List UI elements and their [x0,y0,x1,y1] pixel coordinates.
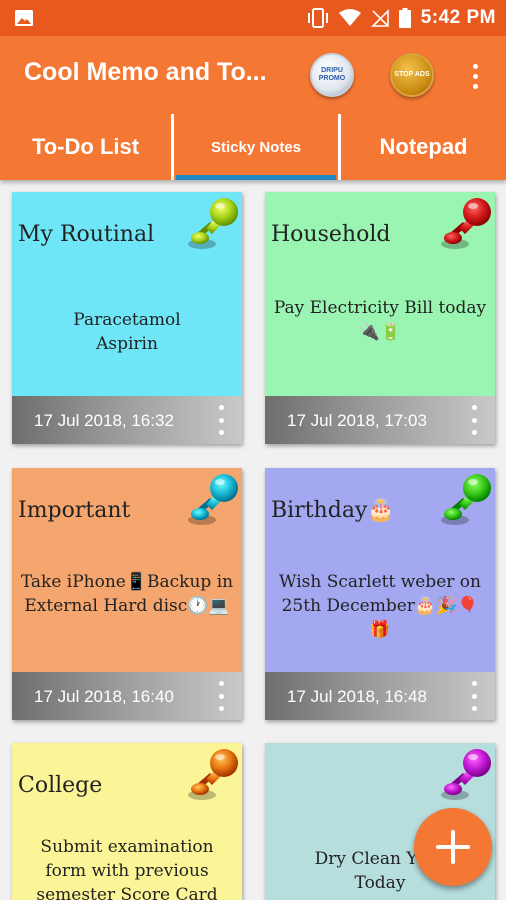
note-date: 17 Jul 2018, 16:32 [34,411,174,430]
note-footer: 17 Jul 2018, 16:48 [265,672,495,720]
sticky-note[interactable]: Important Take iPhone📱Backup in External… [12,468,242,720]
pushpin-icon [433,468,495,530]
note-title: Birthday🎂 [271,498,395,523]
sticky-note[interactable]: Birthday🎂 Wish Scarlett weber on 25th De… [265,468,495,720]
note-title: My Routinal [18,222,155,247]
note-menu-icon[interactable] [216,405,226,435]
vibrate-icon [307,8,328,28]
status-bar: 5:42 PM [0,0,506,36]
plus-icon [436,830,470,864]
wifi-icon [338,9,361,26]
note-date: 17 Jul 2018, 16:48 [287,687,427,706]
note-menu-icon[interactable] [469,681,479,711]
note-footer: 17 Jul 2018, 17:03 [265,396,495,444]
note-menu-icon[interactable] [469,405,479,435]
pushpin-icon [433,192,495,254]
note-menu-icon[interactable] [216,681,226,711]
note-title: College [18,773,103,798]
note-footer: 17 Jul 2018, 16:32 [12,396,242,444]
promo-button[interactable]: DRIPU PROMO [310,53,354,97]
sticky-note[interactable]: My Routinal Paracetamol Aspirin 17 Jul 2… [12,192,242,444]
status-time: 5:42 PM [420,7,496,28]
tab-todo-list[interactable]: To-Do List [0,114,171,180]
app-title: Cool Memo and To... [24,58,267,86]
note-body: Submit examination form with previous se… [36,837,218,900]
note-date: 17 Jul 2018, 16:40 [34,687,174,706]
gallery-icon [15,10,33,26]
tab-selected-indicator [176,175,336,180]
no-signal-icon [370,9,389,27]
pushpin-icon [180,743,242,805]
app-bar: Cool Memo and To... DRIPU PROMO STOP ADS [0,36,506,114]
tab-sticky-notes[interactable]: Sticky Notes [171,114,341,180]
tab-label: Sticky Notes [210,138,302,156]
tab-notepad[interactable]: Notepad [341,114,506,180]
app-screen: 5:42 PM Cool Memo and To... DRIPU PROMO … [0,0,506,900]
note-body: Take iPhone📱Backup in External Hard disc… [20,572,234,616]
note-date: 17 Jul 2018, 17:03 [287,411,427,430]
add-note-button[interactable] [414,808,492,886]
tab-bar: To-Do List Sticky Notes Notepad [0,114,506,180]
note-body: Wish Scarlett weber on 25th December🎂🎉🎈🎁 [279,572,481,640]
note-title: Household [271,222,391,247]
stop-ads-button[interactable]: STOP ADS [390,53,434,97]
promo-label: DRIPU PROMO [318,67,346,82]
pushpin-icon [433,743,495,805]
battery-icon [398,8,411,28]
note-footer: 17 Jul 2018, 16:40 [12,672,242,720]
tab-label: Notepad [379,134,468,159]
tab-label: To-Do List [31,134,140,159]
pushpin-icon [180,468,242,530]
overflow-menu-icon[interactable] [464,58,486,94]
sticky-note[interactable]: Household Pay Electricity Bill today 🔌🔋 … [265,192,495,444]
note-body: Paracetamol Aspirin [73,310,181,354]
note-title: Important [18,498,131,523]
sticky-note[interactable]: College Submit examination form with pre… [12,743,242,900]
stop-ads-label: STOP ADS [394,71,430,78]
pushpin-icon [180,192,242,254]
note-body: Pay Electricity Bill today 🔌🔋 [273,298,487,342]
